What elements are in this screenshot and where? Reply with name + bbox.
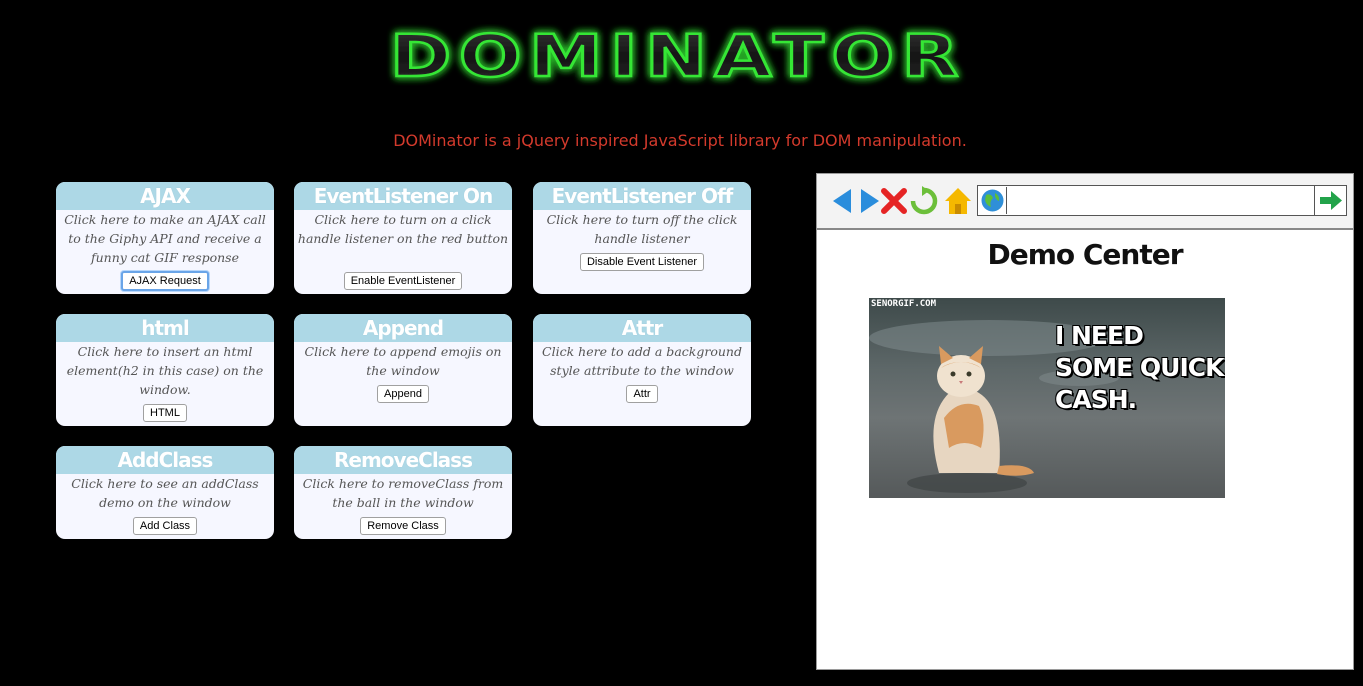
card-title: Attr [533,314,751,342]
disable-event-listener-button[interactable]: Disable Event Listener [579,253,705,271]
html-button[interactable]: HTML [143,404,187,422]
refresh-icon[interactable] [909,186,939,216]
cat-gif-image: SENORGIF.COM I NEED SOME QUICK CASH. [869,298,1225,498]
enable-eventlistener-button[interactable]: Enable EventListener [343,272,463,290]
add-class-button[interactable]: Add Class [132,517,198,535]
stop-x-icon[interactable] [879,186,909,216]
gif-caption: I NEED SOME QUICK CASH. [1055,321,1225,414]
page: DOMINATOR DOMinator is a jQuery inspired… [0,0,1363,686]
card-addclass: AddClass Click here to see an addClass d… [56,446,274,539]
card-eventlistener-off: EventListener Off Click here to turn off… [533,182,751,294]
append-button[interactable]: Append [377,385,429,403]
address-bar[interactable] [977,185,1347,216]
gif-watermark: SENORGIF.COM [871,299,937,309]
card-ajax: AJAX Click here to make an AJAX call to … [56,182,274,294]
card-description: Click here to see an addClass demo on th… [71,476,259,510]
card-title: RemoveClass [294,446,512,474]
browser-toolbar [817,174,1353,230]
card-html: html Click here to insert an html elemen… [56,314,274,426]
card-title: AddClass [56,446,274,474]
card-description: Click here to removeClass from the ball … [302,476,504,510]
card-title: EventListener On [294,182,512,210]
home-icon[interactable] [943,186,973,216]
ajax-request-button[interactable]: AJAX Request [121,271,209,291]
card-title: Append [294,314,512,342]
card-append: Append Click here to append emojis on th… [294,314,512,426]
card-eventlistener-on: EventListener On Click here to turn on a… [294,182,512,294]
svg-text:DOMINATOR: DOMINATOR [390,24,966,90]
card-title: html [56,314,274,342]
card-description: Click here to make an AJAX call to the G… [64,212,266,265]
globe-icon [981,187,1007,214]
demo-window: Demo Center SENORGIF.COM I NEED SOME QUI… [816,173,1354,670]
card-description: Click here to turn on a click handle lis… [297,212,509,246]
remove-class-button[interactable]: Remove Class [360,517,446,535]
card-description: Click here to turn off the click handle … [546,212,738,246]
go-arrow-icon[interactable] [1314,186,1346,215]
card-description: Click here to add a background style att… [542,344,742,378]
card-description: Click here to append emojis on the windo… [304,344,502,378]
card-title: AJAX [56,182,274,210]
demo-center-title: Demo Center [987,238,1183,271]
card-removeclass: RemoveClass Click here to removeClass fr… [294,446,512,539]
card-title: EventListener Off [533,182,751,210]
page-subtitle: DOMinator is a jQuery inspired JavaScrip… [393,131,967,150]
card-attr: Attr Click here to add a background styl… [533,314,751,426]
dominator-logo: DOMINATOR [389,24,966,90]
attr-button[interactable]: Attr [626,385,658,403]
card-description: Click here to insert an html element(h2 … [66,344,264,397]
